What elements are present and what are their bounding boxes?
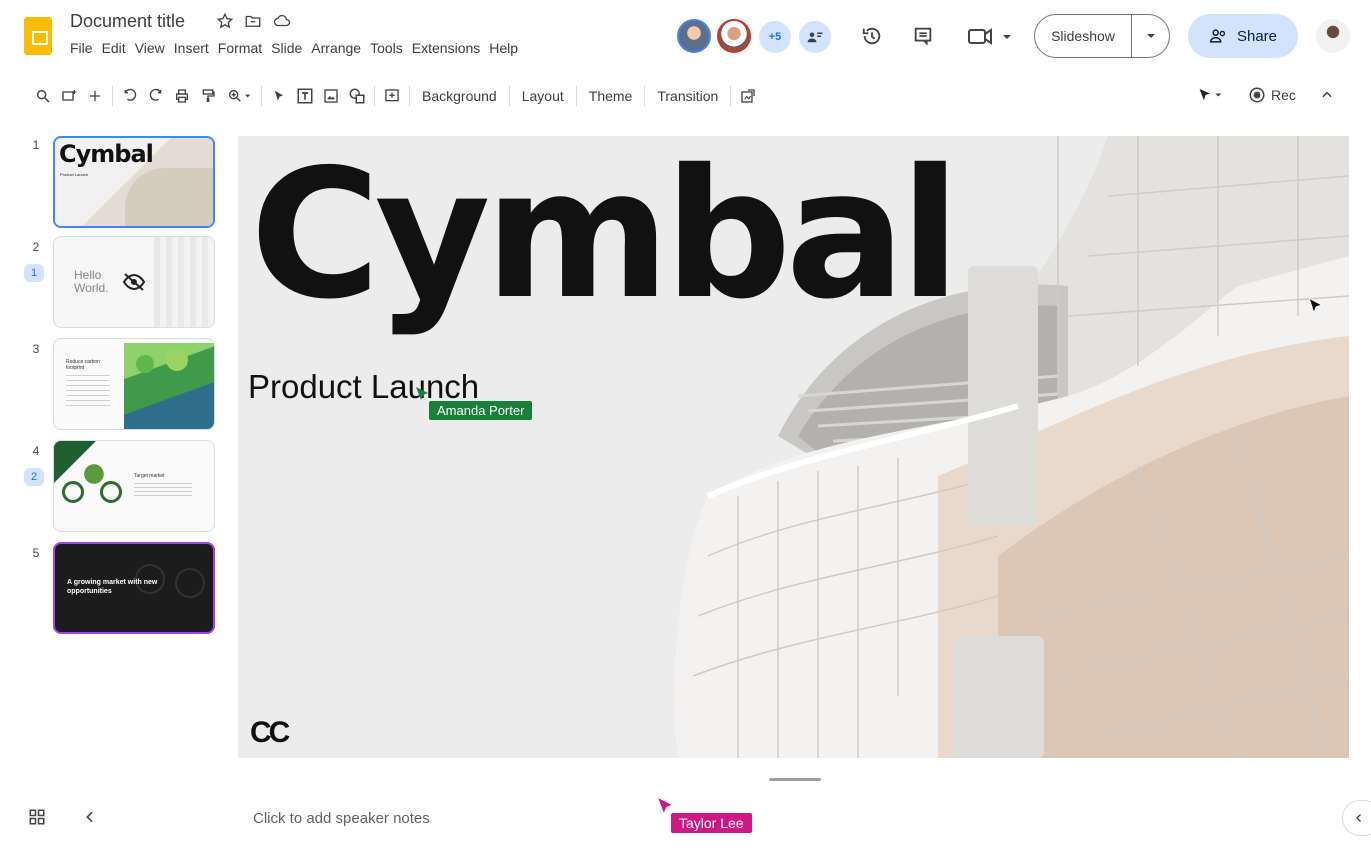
record-button[interactable]: Rec xyxy=(1248,86,1296,104)
slides-app-icon[interactable] xyxy=(24,17,52,55)
share-label: Share xyxy=(1236,27,1278,45)
slide-title[interactable]: Cymbal xyxy=(250,146,961,324)
pointer-icon[interactable] xyxy=(1196,86,1224,104)
redo-icon[interactable] xyxy=(143,84,169,108)
menu-view[interactable]: View xyxy=(135,40,174,56)
slide-thumbnail-5[interactable]: A growing market with new opportunities xyxy=(53,542,215,634)
add-icon[interactable] xyxy=(82,84,108,108)
comment-count-badge[interactable]: 1 xyxy=(24,264,44,282)
slide-number: 5 xyxy=(32,546,40,560)
slideshow-options-icon[interactable] xyxy=(1132,33,1169,39)
new-slide-icon[interactable] xyxy=(56,84,82,108)
account-avatar[interactable] xyxy=(1316,19,1350,53)
collaborator-cursor-icon xyxy=(414,386,430,402)
move-folder-icon[interactable] xyxy=(244,12,262,30)
insert-image-icon[interactable] xyxy=(318,84,344,108)
menu-extensions[interactable]: Extensions xyxy=(412,40,489,56)
hidden-slide-icon xyxy=(122,273,146,291)
pointer-mode[interactable] xyxy=(1196,86,1224,104)
thumb-text: Reduce carbon footprint xyxy=(66,359,100,371)
collaborator-name-tag: Amanda Porter xyxy=(429,401,533,420)
slide-number: 2 xyxy=(32,240,40,254)
collaborator-avatar[interactable] xyxy=(717,19,751,53)
slideshow-button[interactable]: Slideshow xyxy=(1034,14,1170,58)
menu-bar: File Edit View Insert Format Slide Arran… xyxy=(70,40,527,56)
menu-slide[interactable]: Slide xyxy=(271,40,311,56)
collaborator-name-tag: Taylor Lee xyxy=(671,813,752,833)
mouse-pointer-icon xyxy=(1306,296,1326,316)
slide-number: 3 xyxy=(32,342,40,356)
thumb-text: A growing market with new opportunities xyxy=(67,579,158,595)
layout-button[interactable]: Layout xyxy=(514,84,572,108)
thumb-subtitle: Product Launch xyxy=(60,172,89,177)
people-icon xyxy=(1209,28,1229,44)
thumb-title: Cymbal xyxy=(59,140,154,168)
select-icon[interactable] xyxy=(266,84,292,108)
presence-icon[interactable] xyxy=(799,21,831,53)
comments-icon[interactable] xyxy=(911,24,935,48)
menu-help[interactable]: Help xyxy=(489,40,527,56)
brand-logo: CC xyxy=(250,716,290,749)
paint-format-icon[interactable] xyxy=(195,84,221,108)
slide-thumbnail-3[interactable]: Reduce carbon footprint xyxy=(53,338,215,430)
version-history-icon[interactable] xyxy=(860,24,884,48)
thumb-text: Hello World. xyxy=(74,268,109,295)
search-menus-icon[interactable] xyxy=(30,84,56,108)
shape-icon[interactable] xyxy=(344,84,370,108)
text-box-icon[interactable] xyxy=(292,84,318,108)
record-icon xyxy=(1248,86,1266,104)
meet-icon[interactable] xyxy=(964,24,1014,48)
menu-arrange[interactable]: Arrange xyxy=(311,40,370,56)
record-label: Rec xyxy=(1271,87,1296,103)
animation-icon[interactable] xyxy=(735,84,761,108)
menu-tools[interactable]: Tools xyxy=(370,40,412,56)
more-collaborators-badge[interactable]: +5 xyxy=(759,21,791,53)
slide-thumbnail-2[interactable]: Hello World. xyxy=(53,236,215,328)
speaker-notes[interactable]: Click to add speaker notes xyxy=(253,810,430,827)
thumb-text: Target market xyxy=(134,473,165,479)
undo-icon[interactable] xyxy=(117,84,143,108)
toolbar: Background Layout Theme Transition xyxy=(30,84,761,108)
collapse-toolbar-icon[interactable] xyxy=(1320,88,1334,102)
share-button[interactable]: Share xyxy=(1188,14,1298,58)
side-panel-toggle[interactable] xyxy=(1342,800,1371,836)
menu-edit[interactable]: Edit xyxy=(102,40,135,56)
slideshow-label[interactable]: Slideshow xyxy=(1035,15,1132,57)
zoom-icon[interactable] xyxy=(221,84,257,108)
cloud-saved-icon[interactable] xyxy=(272,12,292,30)
background-button[interactable]: Background xyxy=(414,84,505,108)
document-title[interactable]: Document title xyxy=(70,11,185,32)
collapse-filmstrip-icon[interactable] xyxy=(82,808,98,826)
slide-canvas[interactable]: Cymbal Product Launch CC Amanda Porter xyxy=(238,136,1349,758)
slide-thumbnail-4[interactable]: Target market xyxy=(53,440,215,532)
notes-resize-handle[interactable] xyxy=(769,778,821,781)
grid-view-icon[interactable] xyxy=(28,808,46,826)
print-icon[interactable] xyxy=(169,84,195,108)
menu-file[interactable]: File xyxy=(70,40,102,56)
menu-insert[interactable]: Insert xyxy=(174,40,218,56)
slide-thumbnail-1[interactable]: Cymbal Product Launch xyxy=(53,136,215,228)
collaborator-avatar[interactable] xyxy=(677,19,711,53)
slide-number: 4 xyxy=(32,444,40,458)
slide-number: 1 xyxy=(32,138,40,152)
menu-format[interactable]: Format xyxy=(218,40,271,56)
comment-count-badge[interactable]: 2 xyxy=(24,468,44,486)
add-comment-icon[interactable] xyxy=(379,84,405,108)
theme-button[interactable]: Theme xyxy=(581,84,641,108)
star-icon[interactable] xyxy=(216,12,234,30)
transition-button[interactable]: Transition xyxy=(649,84,726,108)
